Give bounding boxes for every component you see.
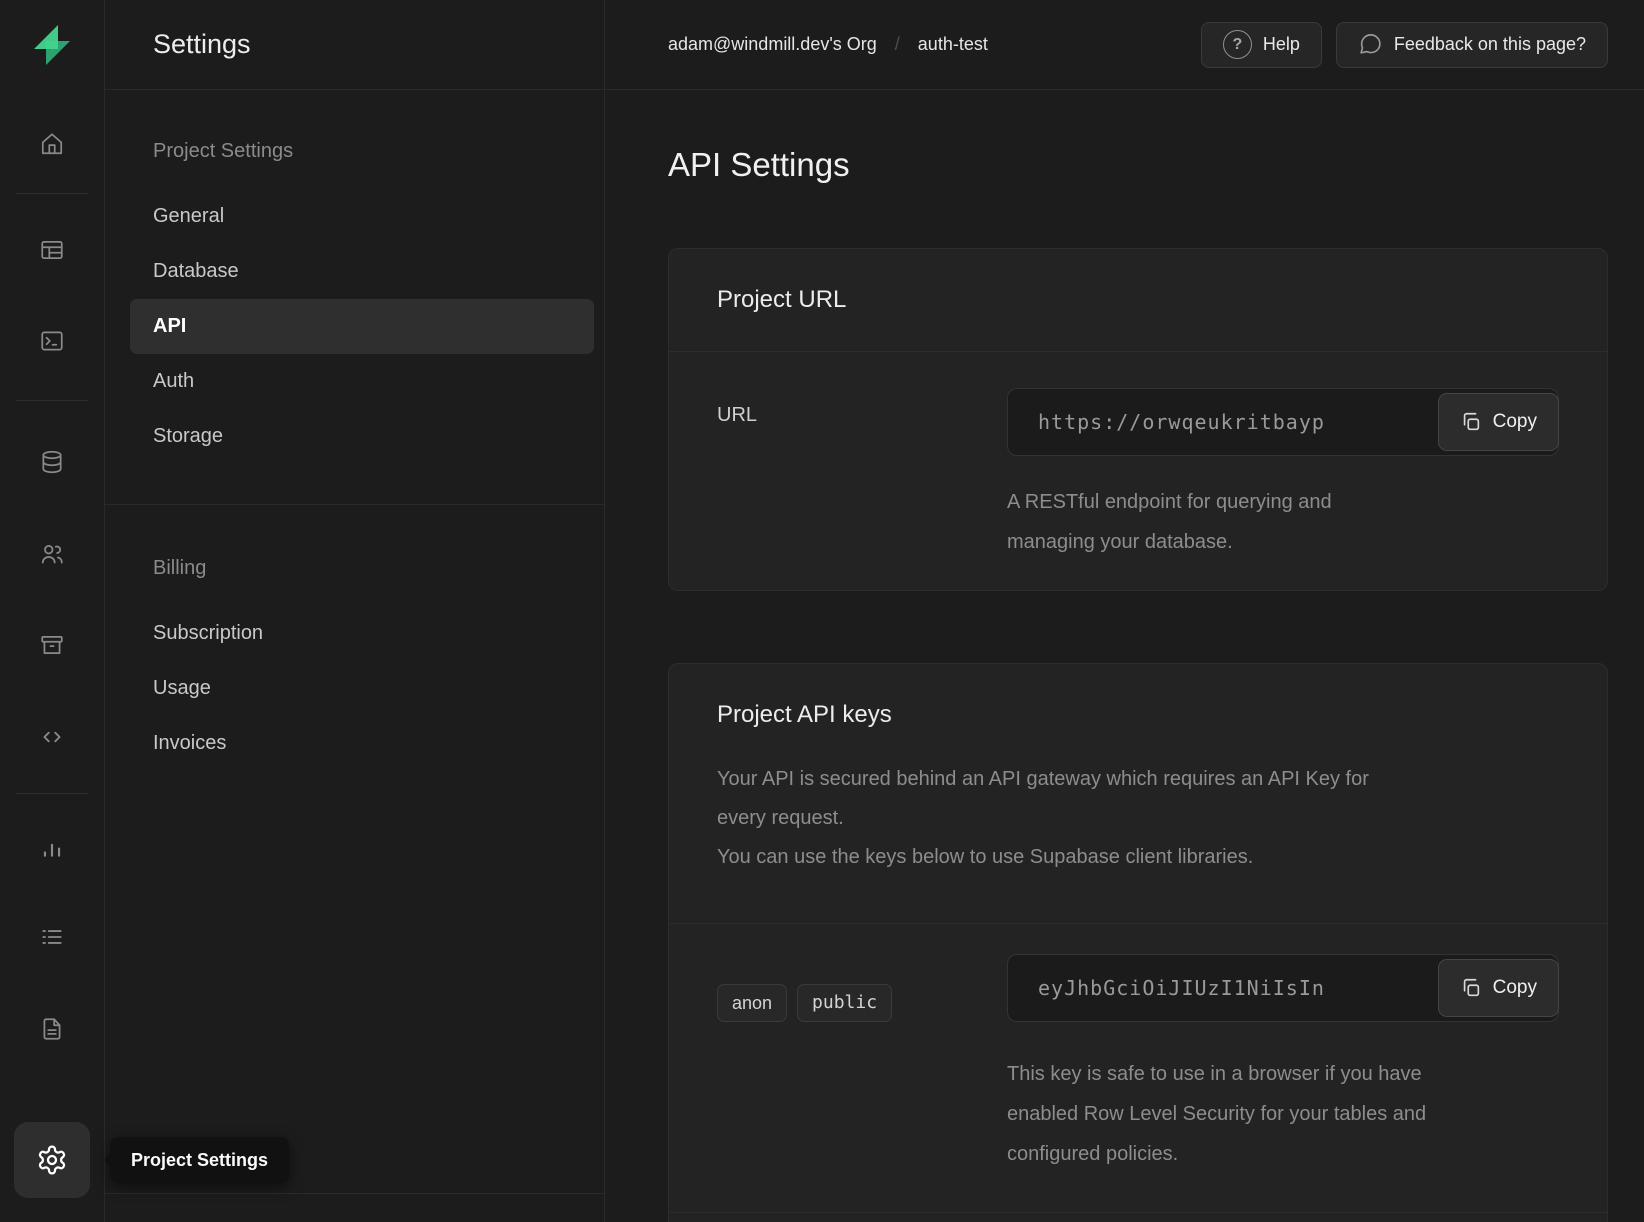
anon-key-row: anon public eyJhbGciOiJIUzI1NiIsIn Copy — [669, 924, 1607, 1213]
rail-item-auth[interactable] — [39, 541, 65, 567]
rail-item-logs[interactable] — [39, 924, 65, 950]
nav-item-general[interactable]: General — [130, 189, 594, 244]
feedback-button[interactable]: Feedback on this page? — [1336, 22, 1608, 68]
copy-url-button[interactable]: Copy — [1438, 393, 1559, 451]
help-button[interactable]: ? Help — [1201, 22, 1322, 68]
project-url-card-header: Project URL — [669, 249, 1607, 352]
document-icon — [39, 1016, 65, 1042]
supabase-logo-icon[interactable] — [28, 21, 76, 69]
breadcrumb-org[interactable]: adam@windmill.dev's Org — [668, 34, 877, 55]
nav-section-heading-billing: Billing — [130, 557, 594, 580]
project-url-value: https://orwqeukritbayp — [1038, 410, 1325, 434]
nav-item-usage[interactable]: Usage — [130, 661, 594, 716]
rail-item-database[interactable] — [39, 449, 65, 475]
key-badges: anon public — [717, 970, 1007, 1022]
api-keys-description-line1: Your API is secured behind an API gatewa… — [717, 760, 1377, 838]
copy-url-button-label: Copy — [1493, 411, 1537, 433]
anon-badge: anon — [717, 984, 787, 1022]
copy-anon-key-button[interactable]: Copy — [1438, 959, 1559, 1017]
gear-icon — [36, 1144, 68, 1176]
settings-nav-body: Project Settings General Database API Au… — [105, 90, 604, 771]
auth-users-icon — [39, 541, 65, 567]
feedback-button-label: Feedback on this page? — [1394, 34, 1586, 55]
settings-panel-title: Settings — [153, 29, 251, 60]
database-icon — [39, 449, 65, 475]
rail-item-reports[interactable] — [39, 834, 65, 860]
home-icon — [39, 131, 65, 157]
nav-bottom-divider — [105, 1193, 604, 1194]
rail-divider — [16, 400, 88, 401]
speech-bubble-icon — [1358, 32, 1383, 57]
anon-key-description: This key is safe to use in a browser if … — [1007, 1054, 1457, 1174]
project-url-card: Project URL URL https://orwqeukritbayp C… — [668, 248, 1608, 591]
api-keys-card: Project API keys Your API is secured beh… — [668, 663, 1608, 1222]
table-editor-icon — [39, 237, 65, 263]
breadcrumb: adam@windmill.dev's Org / auth-test — [668, 34, 988, 55]
bar-chart-icon — [39, 834, 65, 860]
help-button-label: Help — [1263, 34, 1300, 55]
page-title: API Settings — [668, 146, 1608, 184]
rail-divider — [16, 793, 88, 794]
api-keys-card-title: Project API keys — [717, 700, 1559, 730]
breadcrumb-separator: / — [895, 34, 900, 55]
api-keys-description-line2: You can use the keys below to use Supaba… — [717, 838, 1547, 877]
top-bar: adam@windmill.dev's Org / auth-test ? He… — [605, 0, 1644, 90]
rail-item-docs[interactable] — [39, 1016, 65, 1042]
settings-nav-header: Settings — [105, 0, 604, 90]
page-content: API Settings Project URL URL https://orw… — [605, 90, 1644, 1222]
logo-bolt-upper — [34, 25, 58, 49]
icon-rail — [0, 0, 105, 1222]
anon-key-field[interactable]: eyJhbGciOiJIUzI1NiIsIn Copy — [1007, 954, 1559, 1022]
nav-item-database[interactable]: Database — [130, 244, 594, 299]
rail-divider — [16, 193, 88, 194]
code-brackets-icon — [39, 724, 65, 750]
nav-item-storage[interactable]: Storage — [130, 409, 594, 464]
app-window: Project Settings Settings Project Settin… — [0, 0, 1644, 1222]
storage-icon — [39, 632, 65, 658]
api-keys-card-header: Project API keys Your API is secured beh… — [669, 664, 1607, 924]
project-url-field[interactable]: https://orwqeukritbayp Copy — [1007, 388, 1559, 456]
nav-item-auth[interactable]: Auth — [130, 354, 594, 409]
anon-key-badges-cell: anon public — [717, 954, 1007, 1174]
rail-item-table-editor[interactable] — [39, 237, 65, 263]
rail-item-sql-editor[interactable] — [39, 328, 65, 354]
url-row-label: URL — [717, 388, 1007, 562]
nav-section-divider — [105, 504, 604, 505]
project-url-description: A RESTful endpoint for querying and mana… — [1007, 482, 1412, 562]
anon-key-value-cell: eyJhbGciOiJIUzI1NiIsIn Copy This key is … — [1007, 954, 1559, 1174]
url-row-value: https://orwqeukritbayp Copy A RESTful en… — [1007, 388, 1559, 562]
main-area: adam@windmill.dev's Org / auth-test ? He… — [605, 0, 1644, 1222]
rail-item-project-settings[interactable] — [14, 1122, 90, 1198]
nav-item-invoices[interactable]: Invoices — [130, 716, 594, 771]
help-question-icon: ? — [1223, 30, 1252, 59]
copy-anon-key-button-label: Copy — [1493, 977, 1537, 999]
rail-item-api-docs[interactable] — [39, 724, 65, 750]
public-badge: public — [797, 984, 892, 1022]
project-settings-tooltip: Project Settings — [110, 1137, 289, 1183]
breadcrumb-project[interactable]: auth-test — [918, 34, 988, 55]
sql-editor-icon — [39, 328, 65, 354]
url-row: URL https://orwqeukritbayp Copy A REST — [669, 352, 1607, 590]
anon-key-value: eyJhbGciOiJIUzI1NiIsIn — [1038, 976, 1325, 1000]
next-key-row-cutoff — [669, 1213, 1607, 1222]
nav-item-subscription[interactable]: Subscription — [130, 606, 594, 661]
copy-icon — [1460, 977, 1482, 999]
logs-list-icon — [39, 924, 65, 950]
copy-icon — [1460, 411, 1482, 433]
nav-section-heading-project-settings: Project Settings — [130, 140, 594, 163]
rail-item-home[interactable] — [39, 131, 65, 157]
project-url-card-title: Project URL — [717, 285, 1559, 315]
nav-item-api[interactable]: API — [130, 299, 594, 354]
settings-nav-panel: Settings Project Settings General Databa… — [105, 0, 605, 1222]
api-keys-card-description: Your API is secured behind an API gatewa… — [717, 760, 1547, 877]
rail-item-storage[interactable] — [39, 632, 65, 658]
